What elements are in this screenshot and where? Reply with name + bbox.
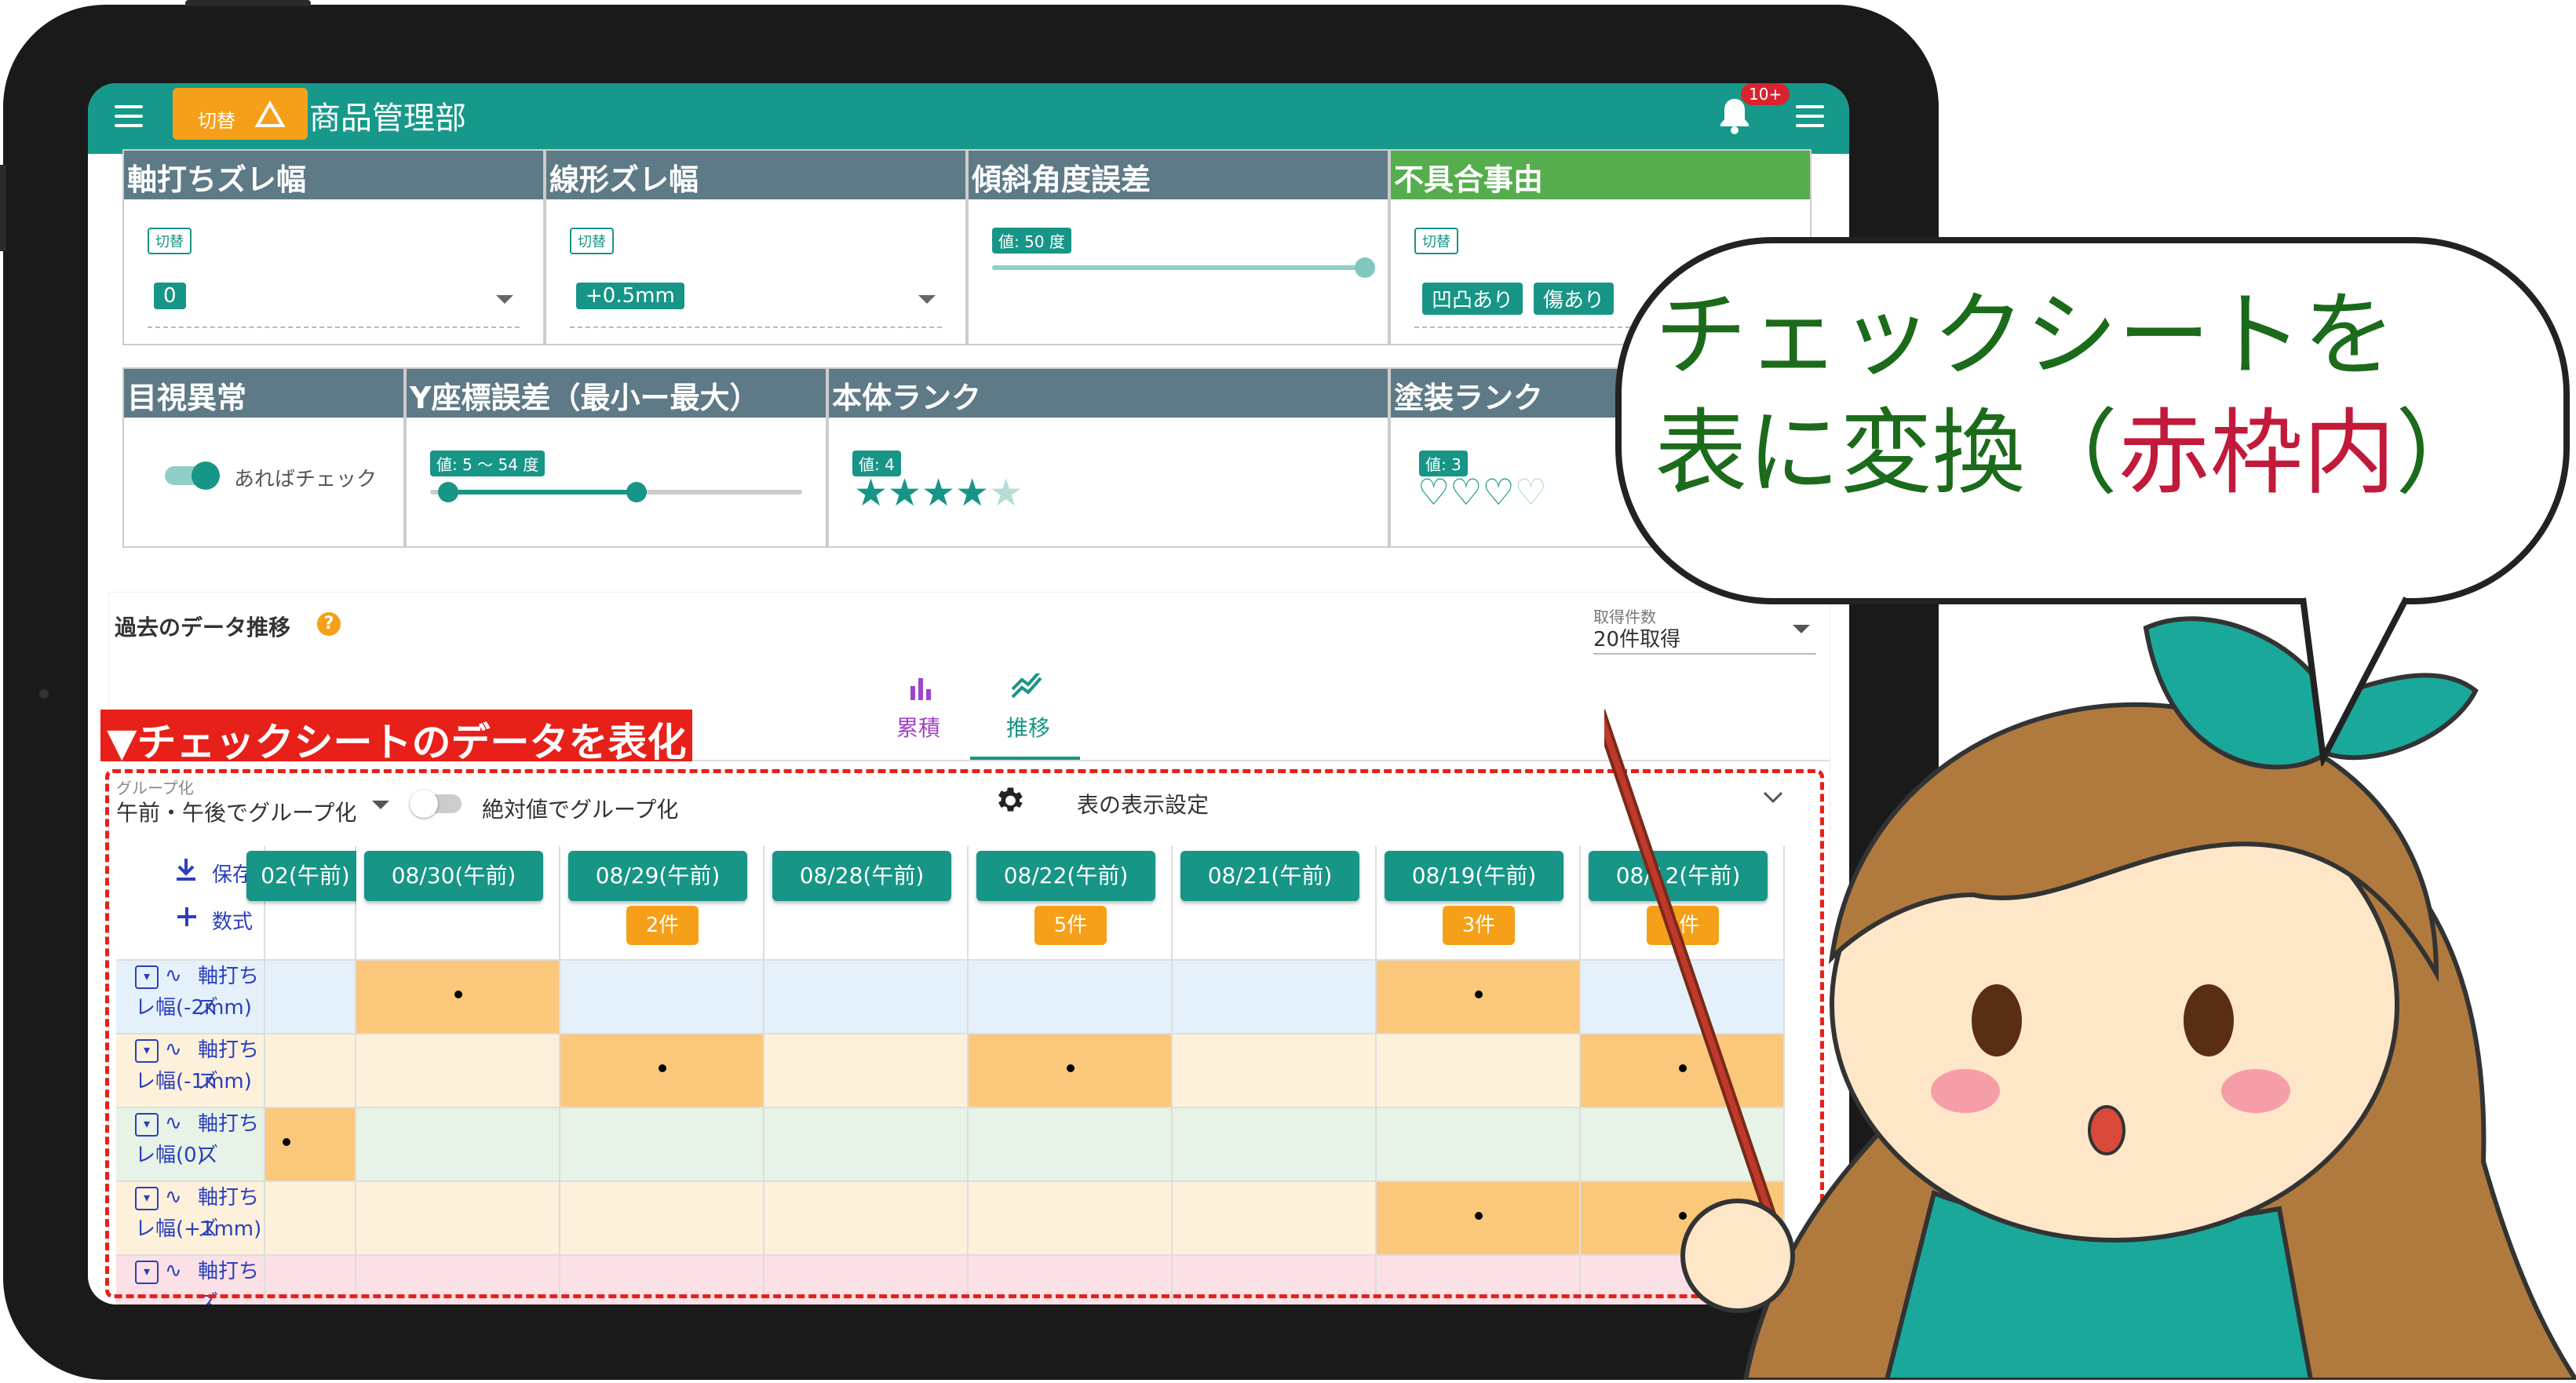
tablet-top-button xyxy=(185,0,311,6)
panel-y-coordinate: Y座標誤差（最小ー最大） 値: 5 〜 54 度 xyxy=(405,367,827,548)
defect-tag: 傷あり xyxy=(1534,283,1615,315)
selected-value-chip: +0.5mm xyxy=(576,283,684,309)
app-bar: 切替 商品管理部 10+ xyxy=(88,83,1849,154)
value-label: 値: 5 〜 54 度 xyxy=(430,451,545,476)
range-thumb-min[interactable] xyxy=(438,482,458,502)
bar-chart-icon[interactable] xyxy=(904,673,936,702)
switch-chip[interactable]: 切替 xyxy=(148,228,192,254)
star-rating[interactable]: ★★★★★ xyxy=(854,471,1023,515)
selected-value-chip: 0 xyxy=(154,283,186,309)
warning-triangle-icon xyxy=(254,100,286,127)
panel-tilt-angle: 傾斜角度誤差 値: 50 度 xyxy=(967,149,1389,345)
history-title: 過去のデータ推移 xyxy=(115,615,291,640)
tablet-screen: 切替 商品管理部 10+ 軸打ちズレ幅 切替 0 線形ズレ幅 切替 +0.5mm… xyxy=(88,83,1849,1305)
slider-thumb[interactable] xyxy=(1355,257,1375,278)
speech-bubble-text: チェックシートを 表に変換（赤枠内） xyxy=(1655,276,2488,512)
panel-title: 線形ズレ幅 xyxy=(546,151,965,199)
bubble-line-2: 表に変換（赤枠内） xyxy=(1655,399,2489,507)
department-title: 商品管理部 xyxy=(309,100,466,137)
tab-cumulative[interactable]: 累積 xyxy=(896,711,940,743)
range-fill xyxy=(447,490,636,494)
annotation-red-frame xyxy=(105,769,1824,1298)
heart-empty-icon[interactable]: ♡ xyxy=(1515,471,1547,513)
trend-icon[interactable] xyxy=(1009,673,1044,702)
star-filled-icon[interactable]: ★ xyxy=(921,471,955,515)
panel-visual-anomaly: 目視異常 あればチェック xyxy=(122,367,405,548)
panel-axis-offset: 軸打ちズレ幅 切替 0 xyxy=(122,149,545,345)
panel-body-rank: 本体ランク 値: 4 ★★★★★ xyxy=(827,367,1389,548)
star-empty-icon[interactable]: ★ xyxy=(989,471,1023,515)
select-underline xyxy=(148,327,520,328)
speech-bubble-tail xyxy=(2300,593,2410,766)
settings-menu-icon[interactable] xyxy=(1796,105,1824,127)
panel-linear-offset: 線形ズレ幅 切替 +0.5mm xyxy=(545,149,967,345)
tablet-side-button xyxy=(0,165,6,251)
star-filled-icon[interactable]: ★ xyxy=(955,471,989,515)
tab-trend[interactable]: 推移 xyxy=(1006,711,1050,743)
switch-chip[interactable]: 切替 xyxy=(1414,228,1458,254)
panel-title: 軸打ちズレ幅 xyxy=(124,151,543,199)
toggle-label: あればチェック xyxy=(234,468,378,491)
star-filled-icon[interactable]: ★ xyxy=(854,471,888,515)
panel-title: 目視異常 xyxy=(124,369,403,418)
heart-icon[interactable]: ♡ xyxy=(1450,471,1482,513)
panel-title: 本体ランク xyxy=(829,369,1388,418)
range-thumb-max[interactable] xyxy=(626,482,647,502)
switch-button[interactable]: 切替 xyxy=(173,88,308,140)
tablet-camera xyxy=(39,689,49,699)
chevron-down-icon[interactable] xyxy=(918,295,936,304)
panel-title: 不具合事由 xyxy=(1391,151,1810,199)
annotation-title: ▼チェックシートのデータを表化 xyxy=(100,710,693,765)
chevron-down-icon[interactable] xyxy=(496,295,513,304)
notification-badge: 10+ xyxy=(1741,83,1790,105)
switch-chip[interactable]: 切替 xyxy=(570,228,614,254)
slider-track[interactable] xyxy=(992,265,1364,270)
heart-rating[interactable]: ♡♡♡♡ xyxy=(1418,471,1547,513)
heart-icon[interactable]: ♡ xyxy=(1483,471,1515,513)
panel-title: Y座標誤差（最小ー最大） xyxy=(407,369,826,418)
toggle-knob[interactable] xyxy=(192,462,220,490)
bubble-line-1: チェックシートを xyxy=(1655,281,2396,389)
value-label: 値: 50 度 xyxy=(992,228,1071,254)
help-icon[interactable]: ? xyxy=(317,612,341,636)
defect-tag: 凹凸あり xyxy=(1422,283,1523,315)
select-underline xyxy=(570,327,942,328)
star-filled-icon[interactable]: ★ xyxy=(888,471,921,515)
heart-icon[interactable]: ♡ xyxy=(1418,471,1450,513)
panel-title: 傾斜角度誤差 xyxy=(969,151,1388,199)
menu-icon[interactable] xyxy=(115,105,143,127)
